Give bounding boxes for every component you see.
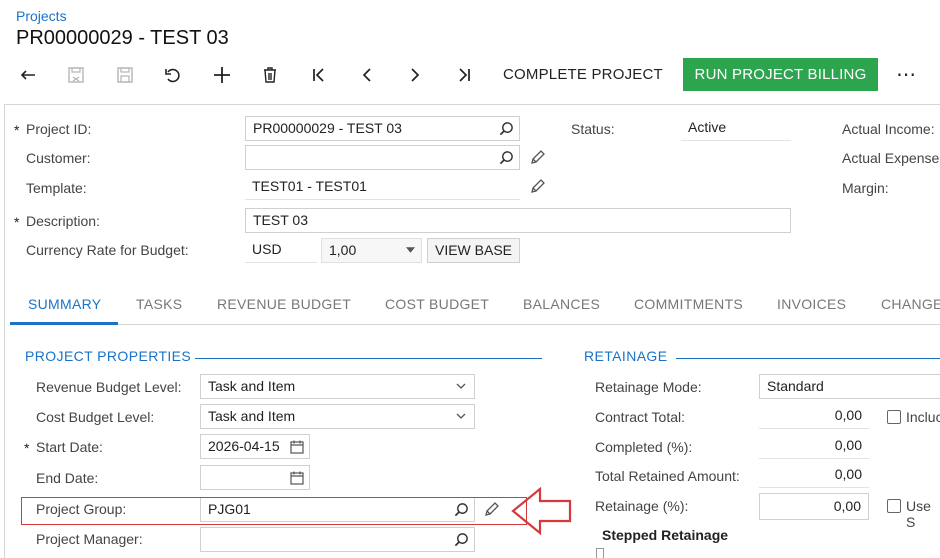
- description-label: Description:: [26, 213, 100, 229]
- total-retained-value: 0,00: [759, 463, 869, 488]
- run-project-billing-button[interactable]: RUN PROJECT BILLING: [683, 58, 878, 91]
- tab-balances[interactable]: BALANCES: [523, 296, 600, 312]
- save-close-icon[interactable]: [62, 60, 90, 90]
- use-steps-label: Use S: [906, 498, 931, 530]
- cost-budget-level-select[interactable]: Task and Item: [200, 404, 475, 429]
- project-manager-label: Project Manager:: [36, 531, 143, 547]
- revenue-budget-level-value: Task and Item: [208, 378, 296, 394]
- page-title: PR00000029 - TEST 03: [16, 27, 229, 49]
- tab-commitments[interactable]: COMMITMENTS: [634, 296, 743, 312]
- include-checkbox[interactable]: [887, 410, 901, 424]
- required-mark: *: [14, 214, 20, 230]
- edit-pencil-icon[interactable]: [529, 179, 545, 195]
- chevron-down-icon: [456, 413, 466, 419]
- tab-change[interactable]: CHANGE: [881, 296, 940, 312]
- edit-pencil-icon[interactable]: [529, 150, 545, 166]
- cost-budget-level-value: Task and Item: [208, 408, 296, 424]
- start-date-value: 2026-04-15: [208, 438, 280, 454]
- active-tab-indicator: [10, 322, 118, 325]
- contract-total-label: Contract Total:: [595, 409, 686, 425]
- retainage-pct-label: Retainage (%):: [595, 498, 689, 514]
- contract-total-value: 0,00: [759, 404, 869, 429]
- section-divider: [676, 358, 940, 359]
- margin-label: Margin:: [842, 180, 889, 196]
- status-label: Status:: [571, 121, 615, 137]
- start-date-field[interactable]: 2026-04-15: [200, 434, 310, 459]
- customer-label: Customer:: [26, 150, 91, 166]
- chevron-down-icon: [456, 383, 466, 389]
- completed-value: 0,00: [759, 434, 869, 459]
- highlight-box: [21, 497, 527, 525]
- rate-value: 1,00: [329, 242, 357, 258]
- template-field[interactable]: TEST01 - TEST01: [245, 175, 520, 200]
- retainage-pct-field[interactable]: 0,00: [759, 493, 869, 520]
- include-label: Incluc: [906, 409, 940, 425]
- grid-toolbar-icon[interactable]: [596, 548, 604, 558]
- delete-icon[interactable]: [256, 60, 284, 90]
- complete-project-button[interactable]: COMPLETE PROJECT: [503, 60, 663, 90]
- required-mark: *: [14, 122, 20, 138]
- tab-summary[interactable]: SUMMARY: [28, 296, 101, 312]
- form-container: [4, 104, 940, 558]
- end-date-label: End Date:: [36, 470, 99, 486]
- tab-revenue-budget[interactable]: REVENUE BUDGET: [217, 296, 351, 312]
- tab-cost-budget[interactable]: COST BUDGET: [385, 296, 489, 312]
- cost-budget-level-label: Cost Budget Level:: [36, 409, 155, 425]
- back-arrow-icon[interactable]: [14, 60, 42, 90]
- search-icon[interactable]: [499, 150, 514, 165]
- more-actions-icon[interactable]: ⋯: [893, 60, 919, 90]
- search-icon[interactable]: [499, 121, 514, 136]
- start-date-label: Start Date:: [36, 439, 103, 455]
- tab-tasks[interactable]: TASKS: [136, 296, 182, 312]
- calendar-icon[interactable]: [289, 470, 305, 486]
- tab-invoices[interactable]: INVOICES: [777, 296, 846, 312]
- last-record-icon[interactable]: [450, 60, 478, 90]
- section-divider: [195, 358, 542, 359]
- revenue-budget-level-label: Revenue Budget Level:: [36, 379, 182, 395]
- stepped-retainage-title: Stepped Retainage: [602, 527, 729, 543]
- breadcrumb[interactable]: Projects: [16, 8, 67, 24]
- next-record-icon[interactable]: [401, 60, 429, 90]
- required-mark: *: [24, 440, 30, 456]
- project-id-field[interactable]: PR00000029 - TEST 03: [245, 116, 520, 141]
- currency-field[interactable]: USD: [245, 238, 317, 263]
- project-manager-field[interactable]: [200, 527, 475, 552]
- project-id-label: Project ID:: [26, 121, 92, 137]
- status-value: Active: [681, 116, 791, 141]
- save-icon[interactable]: [111, 60, 139, 90]
- retainage-mode-select[interactable]: Standard: [759, 374, 940, 399]
- revenue-budget-level-select[interactable]: Task and Item: [200, 374, 475, 399]
- currency-rate-label: Currency Rate for Budget:: [26, 242, 189, 258]
- search-icon[interactable]: [454, 532, 469, 547]
- total-retained-label: Total Retained Amount:: [595, 468, 740, 484]
- template-label: Template:: [26, 180, 87, 196]
- retainage-title: RETAINAGE: [584, 348, 668, 364]
- calendar-icon[interactable]: [289, 439, 305, 455]
- add-icon[interactable]: [208, 60, 236, 90]
- rate-select[interactable]: 1,00: [321, 238, 422, 263]
- first-record-icon[interactable]: [305, 60, 333, 90]
- undo-icon[interactable]: [159, 60, 187, 90]
- end-date-field[interactable]: [200, 465, 310, 490]
- customer-field[interactable]: [245, 145, 520, 170]
- project-properties-title: PROJECT PROPERTIES: [25, 348, 192, 364]
- view-base-button[interactable]: VIEW BASE: [427, 238, 520, 263]
- dropdown-triangle-icon: [406, 247, 415, 253]
- annotation-arrow-icon: [511, 487, 572, 535]
- completed-label: Completed (%):: [595, 439, 693, 455]
- description-field[interactable]: TEST 03: [245, 208, 791, 233]
- actual-income-label: Actual Income:: [842, 121, 935, 137]
- project-id-value: PR00000029 - TEST 03: [253, 120, 402, 136]
- actual-expense-label: Actual Expense: [842, 150, 940, 166]
- previous-record-icon[interactable]: [353, 60, 381, 90]
- use-steps-checkbox[interactable]: [887, 499, 901, 513]
- retainage-mode-label: Retainage Mode:: [595, 379, 702, 395]
